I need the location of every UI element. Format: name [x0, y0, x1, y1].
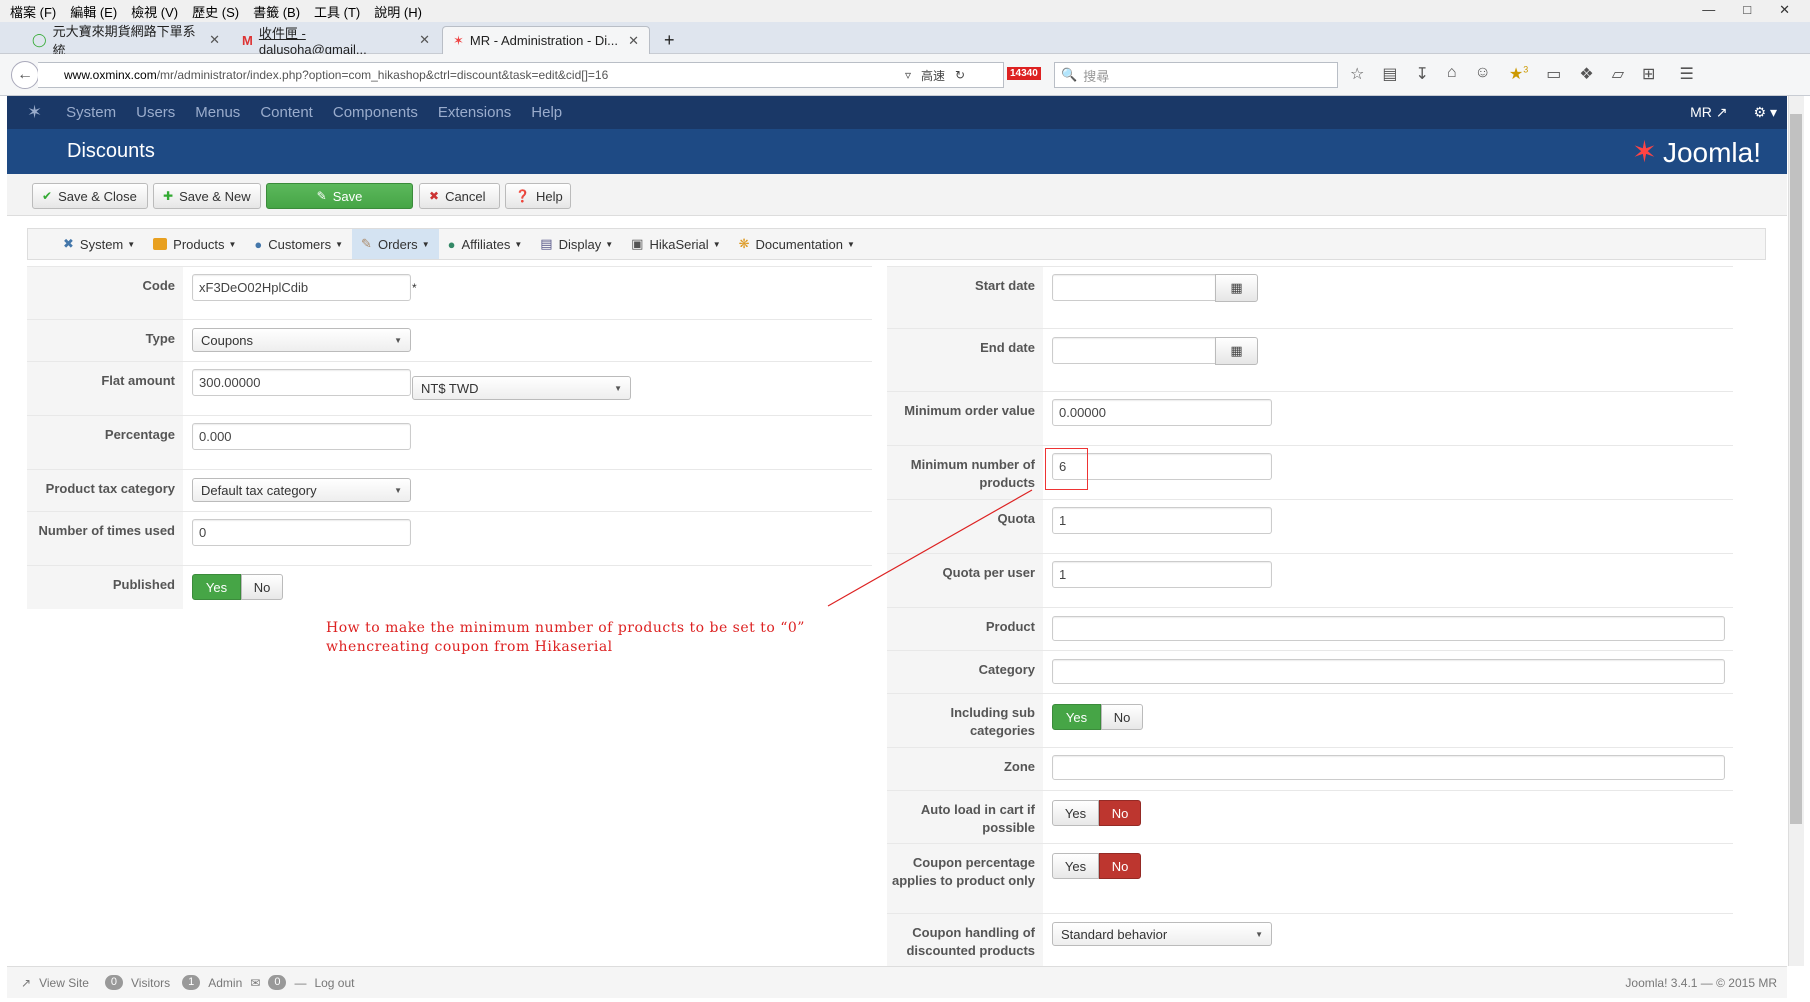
view-site-link[interactable]: View Site: [39, 976, 89, 990]
annotation-arrow: [827, 489, 1033, 607]
admin-count: 1: [182, 975, 201, 990]
joomla-version: Joomla! 3.4.1 — © 2015 MR: [1625, 975, 1777, 990]
external-link-icon: ↗: [21, 975, 32, 990]
visitors-count: 0: [104, 975, 123, 990]
annotation-line-1: How to make the minimum number of produc…: [326, 620, 805, 636]
status-footer: ↗ View Site 0 Visitors 1 Admin ✉ 0 — Log…: [7, 966, 1787, 998]
logout-icon: —: [294, 975, 307, 990]
annotation-line-2: whencreating coupon from Hikaserial: [326, 639, 613, 655]
scrollbar-thumb[interactable]: [1790, 114, 1802, 824]
visitors-label: Visitors: [131, 975, 171, 990]
logout-link[interactable]: Log out: [314, 976, 354, 990]
admin-label: Admin: [208, 975, 243, 990]
annotation-note: How to make the minimum number of produc…: [326, 619, 805, 657]
message-count: 0: [268, 975, 287, 990]
mail-icon: ✉: [250, 975, 261, 990]
